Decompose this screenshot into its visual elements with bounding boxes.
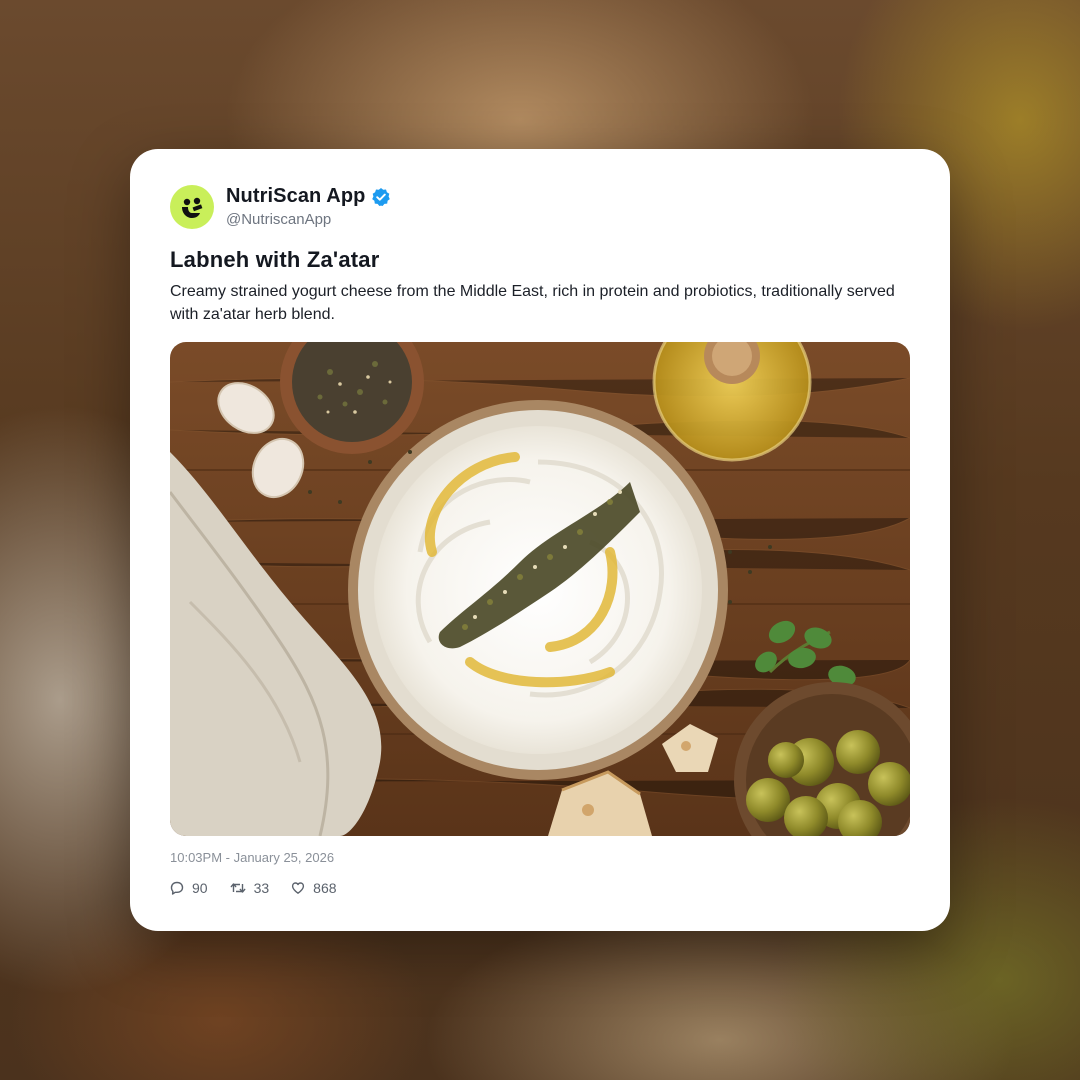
reply-stat[interactable]: 90 <box>170 880 208 896</box>
retweet-stat[interactable]: 33 <box>230 880 270 896</box>
author-name[interactable]: NutriScan App <box>226 185 365 208</box>
reply-count: 90 <box>192 880 208 896</box>
heart-icon <box>292 882 305 894</box>
reply-icon <box>170 881 184 895</box>
author-handle[interactable]: @NutriscanApp <box>226 211 331 228</box>
post-description: Creamy strained yogurt cheese from the M… <box>170 283 895 323</box>
like-stat[interactable]: 868 <box>291 880 337 896</box>
food-photo-icon <box>170 342 910 836</box>
post-timestamp: 10:03PM - January 25, 2026 <box>170 850 335 865</box>
post-card[interactable]: NutriScan App @NutriscanApp Labneh with … <box>130 149 950 931</box>
retweet-icon <box>230 883 245 893</box>
engagement-stats: 90 33 868 <box>170 880 337 896</box>
author-name-row: NutriScan App <box>226 185 391 208</box>
post-image[interactable] <box>170 342 910 836</box>
avatar[interactable] <box>170 185 214 229</box>
nutriscan-logo-icon <box>182 197 203 218</box>
verified-badge-icon <box>372 187 391 206</box>
post-title: Labneh with Za'atar <box>170 247 380 272</box>
retweet-count: 33 <box>253 880 270 896</box>
like-count: 868 <box>313 880 337 896</box>
